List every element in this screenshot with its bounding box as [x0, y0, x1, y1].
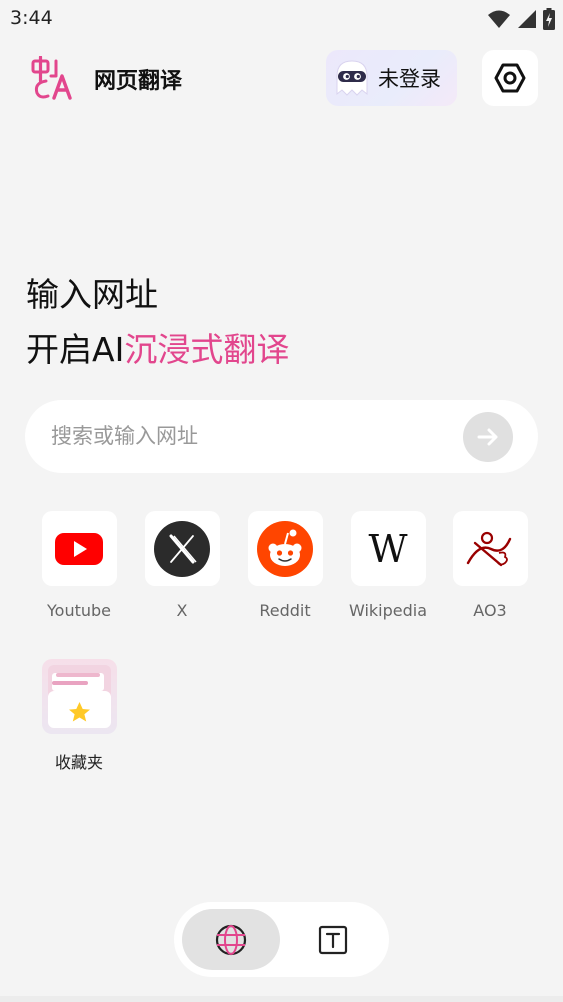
- shortcut-label: Reddit: [259, 601, 311, 620]
- hero-headline: 输入网址: [26, 275, 158, 314]
- reddit-icon: [257, 520, 313, 577]
- app-screen: 3:44 网页翻译 未登录 输入网址 开启AI沉浸式翻译 搜索或输入网址 You…: [0, 0, 563, 1002]
- shortcut-label: X: [176, 601, 188, 620]
- x-icon: [154, 520, 210, 577]
- cell-signal-icon: [518, 10, 536, 28]
- shortcut-tile: [41, 659, 117, 734]
- nav-text-translate[interactable]: [284, 909, 382, 970]
- go-button[interactable]: [463, 412, 513, 462]
- bookmark-folder-icon: [47, 665, 111, 728]
- favorites-label: 收藏夹: [54, 753, 103, 772]
- nav-web-translate[interactable]: [182, 909, 280, 970]
- shortcut-tile: W: [350, 511, 426, 586]
- shortcut-tile: [247, 511, 323, 586]
- ghost-avatar-icon: [336, 60, 368, 96]
- search-input[interactable]: [51, 416, 461, 456]
- status-bar: 3:44: [0, 0, 563, 40]
- status-icons: [487, 8, 555, 30]
- search-bar: [25, 400, 538, 473]
- login-button[interactable]: 未登录: [326, 50, 457, 106]
- shortcut-tile: [452, 511, 528, 586]
- hero-accent-text: 沉浸式翻译: [124, 330, 290, 369]
- battery-icon: [543, 8, 555, 30]
- shortcut-youtube[interactable]: Youtube: [29, 511, 129, 620]
- app-title: 网页翻译: [94, 69, 183, 94]
- shortcut-label: Wikipedia: [348, 601, 428, 620]
- globe-icon: [215, 924, 247, 955]
- shortcut-favorites[interactable]: 收藏夹: [29, 659, 129, 773]
- youtube-icon: [55, 532, 103, 565]
- svg-text:W: W: [368, 529, 407, 569]
- ao3-icon: [466, 531, 512, 566]
- shortcut-ao3[interactable]: AO3: [440, 511, 540, 620]
- text-icon: [318, 925, 348, 954]
- bottom-nav: [174, 902, 389, 977]
- app-logo: [31, 56, 72, 100]
- shortcut-label: AO3: [473, 601, 507, 620]
- settings-button[interactable]: [482, 50, 538, 106]
- shortcut-tile: [41, 511, 117, 586]
- home-indicator: [0, 996, 563, 1002]
- login-label: 未登录: [378, 67, 441, 91]
- hero-prefix: 开启AI: [26, 330, 125, 369]
- wikipedia-icon: W: [368, 529, 407, 569]
- shortcut-x[interactable]: X: [132, 511, 232, 620]
- settings-icon: [494, 63, 526, 93]
- shortcut-label: Youtube: [47, 601, 111, 620]
- status-time: 3:44: [10, 7, 53, 29]
- shortcut-tile: [144, 511, 220, 586]
- wifi-icon: [488, 10, 510, 28]
- shortcut-wikipedia[interactable]: W Wikipedia: [338, 511, 438, 620]
- hero-subheadline: 开启AI沉浸式翻译: [26, 328, 289, 372]
- shortcut-reddit[interactable]: Reddit: [235, 511, 335, 620]
- arrow-right-icon: [477, 428, 498, 446]
